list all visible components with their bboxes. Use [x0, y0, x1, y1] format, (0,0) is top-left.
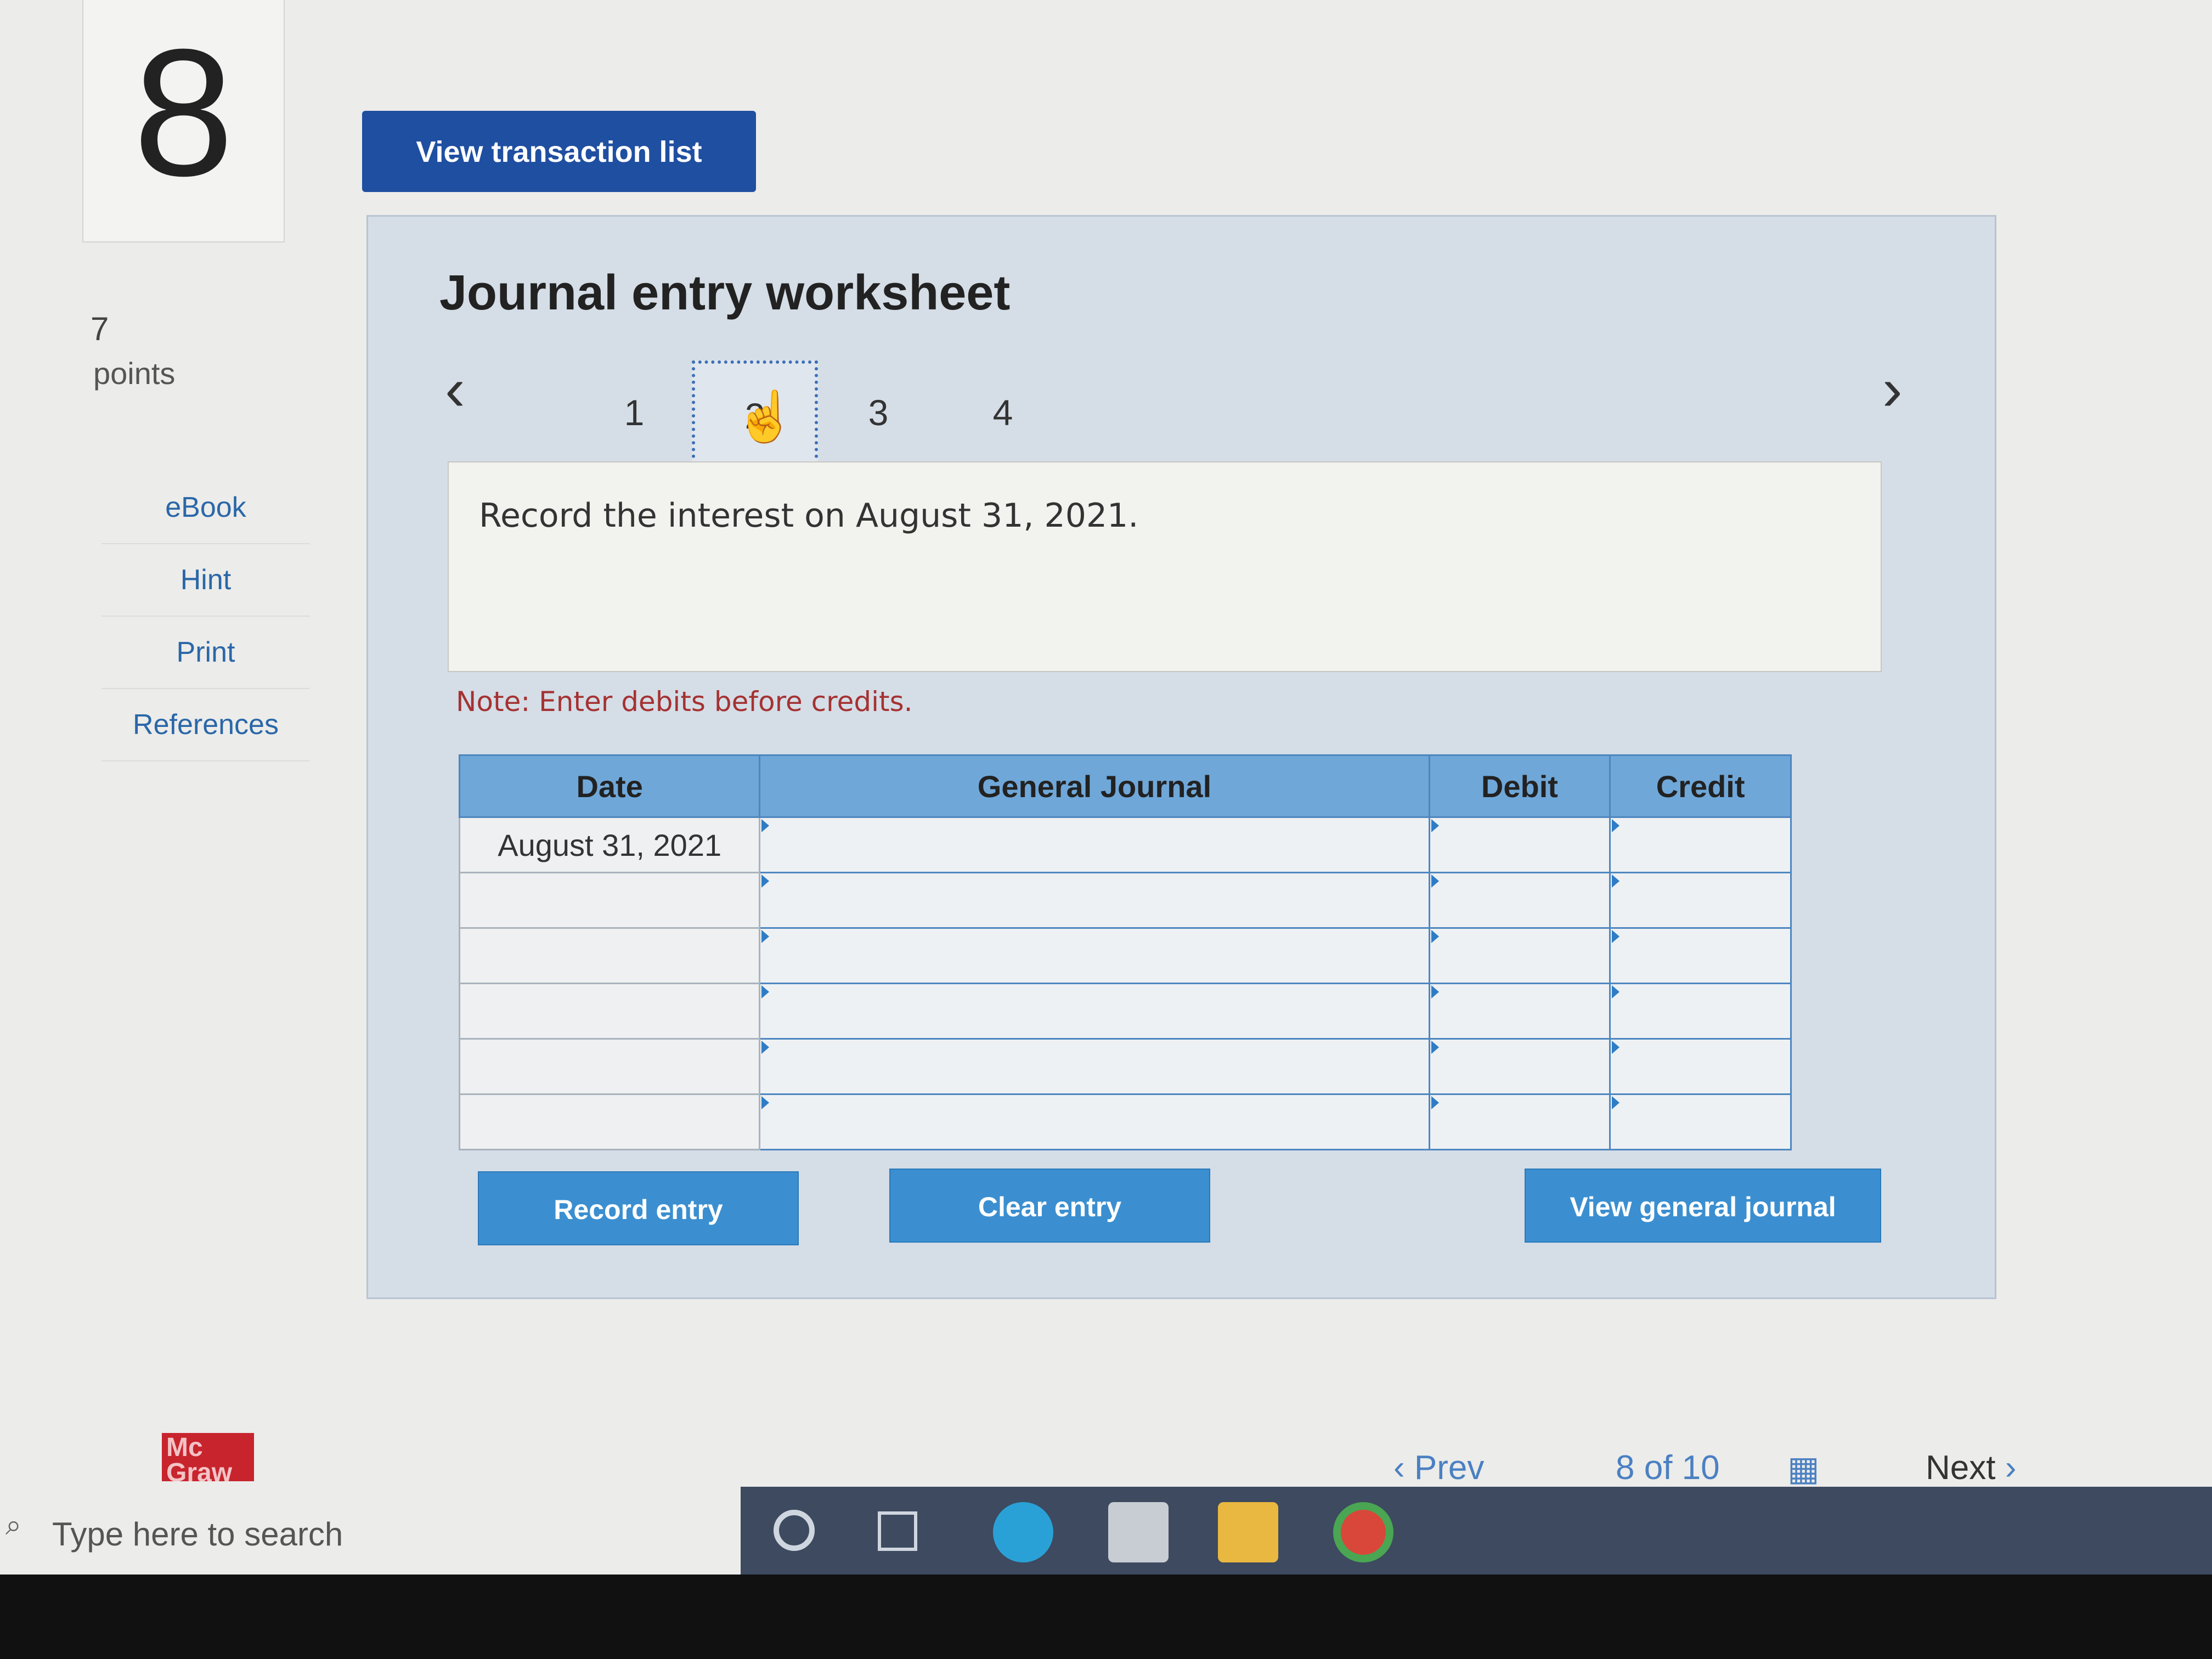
sidebar-link-print[interactable]: Print	[101, 617, 310, 689]
record-entry-button[interactable]: Record entry	[478, 1171, 799, 1245]
sidebar-link-hint[interactable]: Hint	[101, 544, 310, 617]
file-explorer-icon[interactable]	[1218, 1502, 1278, 1562]
chrome-icon[interactable]	[1333, 1502, 1393, 1562]
table-row	[458, 983, 1792, 1040]
search-input[interactable]: Type here to search	[52, 1515, 343, 1553]
next-button[interactable]: Next ›	[1926, 1448, 2016, 1487]
question-number-box: 8	[82, 0, 285, 242]
account-input[interactable]	[759, 872, 1430, 929]
view-transaction-list-button[interactable]: View transaction list	[362, 111, 756, 192]
header-debit: Debit	[1428, 754, 1611, 818]
chevron-right-icon: ›	[1995, 1449, 2017, 1487]
date-cell	[458, 927, 761, 984]
prev-label: Prev	[1414, 1449, 1485, 1487]
header-date: Date	[458, 754, 761, 818]
table-row	[458, 1093, 1792, 1150]
note-text: Note: Enter debits before credits.	[456, 686, 913, 718]
taskbar	[741, 1487, 2212, 1575]
journal-entry-worksheet: Journal entry worksheet ‹ › 1 2 ☝ 3 4 Re…	[366, 215, 1996, 1299]
table-row: August 31, 2021	[458, 816, 1792, 873]
chevron-right-icon[interactable]: ›	[1882, 359, 1903, 420]
debit-input[interactable]	[1428, 983, 1611, 1040]
search-icon: ⌕	[5, 1509, 22, 1541]
table-header-row: Date General Journal Debit Credit	[458, 754, 1792, 818]
instruction-text: Record the interest on August 31, 2021.	[479, 496, 1139, 535]
account-input[interactable]	[759, 1093, 1430, 1150]
debit-input[interactable]	[1428, 927, 1611, 984]
clear-entry-button[interactable]: Clear entry	[889, 1169, 1210, 1243]
store-icon[interactable]	[1108, 1502, 1169, 1562]
credit-input[interactable]	[1609, 983, 1792, 1040]
cortana-icon[interactable]	[774, 1510, 815, 1551]
step-tab-2[interactable]: 2 ☝	[692, 360, 818, 465]
table-row	[458, 872, 1792, 929]
date-cell	[458, 1093, 761, 1150]
view-general-journal-button[interactable]: View general journal	[1525, 1169, 1881, 1243]
sidebar-link-references[interactable]: References	[101, 689, 310, 761]
points-value: 7	[91, 311, 109, 347]
table-row	[458, 1038, 1792, 1095]
edge-icon[interactable]	[993, 1502, 1053, 1562]
taskbar-search[interactable]: ⌕ Type here to search	[0, 1481, 741, 1569]
table-row	[458, 927, 1792, 984]
sidebar-link-ebook[interactable]: eBook	[101, 472, 310, 544]
instruction-box: Record the interest on August 31, 2021.	[448, 461, 1882, 672]
grid-icon[interactable]: ▦	[1787, 1448, 1820, 1488]
step-tab-1[interactable]: 1	[571, 360, 697, 465]
logo-line-1: Mc	[166, 1433, 203, 1462]
date-cell: August 31, 2021	[458, 816, 761, 873]
credit-input[interactable]	[1609, 872, 1792, 929]
account-input[interactable]	[759, 983, 1430, 1040]
credit-input[interactable]	[1609, 1093, 1792, 1150]
points-label: points	[93, 356, 176, 391]
debit-input[interactable]	[1428, 872, 1611, 929]
step-tab-3[interactable]: 3	[815, 360, 941, 465]
chevron-left-icon: ‹	[1393, 1449, 1414, 1487]
credit-input[interactable]	[1609, 816, 1792, 873]
current-page: 8	[1616, 1449, 1635, 1487]
page-counter: 8 of 10	[1616, 1448, 1720, 1487]
chevron-left-icon[interactable]: ‹	[445, 359, 465, 420]
date-cell	[458, 983, 761, 1040]
worksheet-title: Journal entry worksheet	[439, 266, 1011, 320]
credit-input[interactable]	[1609, 1038, 1792, 1095]
sidebar-links: eBook Hint Print References	[101, 472, 310, 761]
account-input[interactable]	[759, 927, 1430, 984]
next-label: Next	[1926, 1449, 1996, 1487]
credit-input[interactable]	[1609, 927, 1792, 984]
screen-bezel	[0, 1575, 2212, 1659]
journal-table: Date General Journal Debit Credit August…	[458, 754, 1792, 1150]
task-view-icon[interactable]	[878, 1511, 917, 1551]
date-cell	[458, 1038, 761, 1095]
account-input[interactable]	[759, 816, 1430, 873]
prev-button[interactable]: ‹ Prev	[1393, 1448, 1484, 1487]
debit-input[interactable]	[1428, 1038, 1611, 1095]
step-tab-4[interactable]: 4	[940, 360, 1066, 465]
date-cell	[458, 872, 761, 929]
header-credit: Credit	[1609, 754, 1792, 818]
total-pages: 10	[1681, 1449, 1720, 1487]
account-input[interactable]	[759, 1038, 1430, 1095]
debit-input[interactable]	[1428, 1093, 1611, 1150]
question-number: 8	[133, 11, 234, 213]
debit-input[interactable]	[1428, 816, 1611, 873]
header-general-journal: General Journal	[759, 754, 1430, 818]
hand-pointer-icon: ☝	[735, 390, 797, 444]
of-label: of	[1644, 1449, 1673, 1487]
